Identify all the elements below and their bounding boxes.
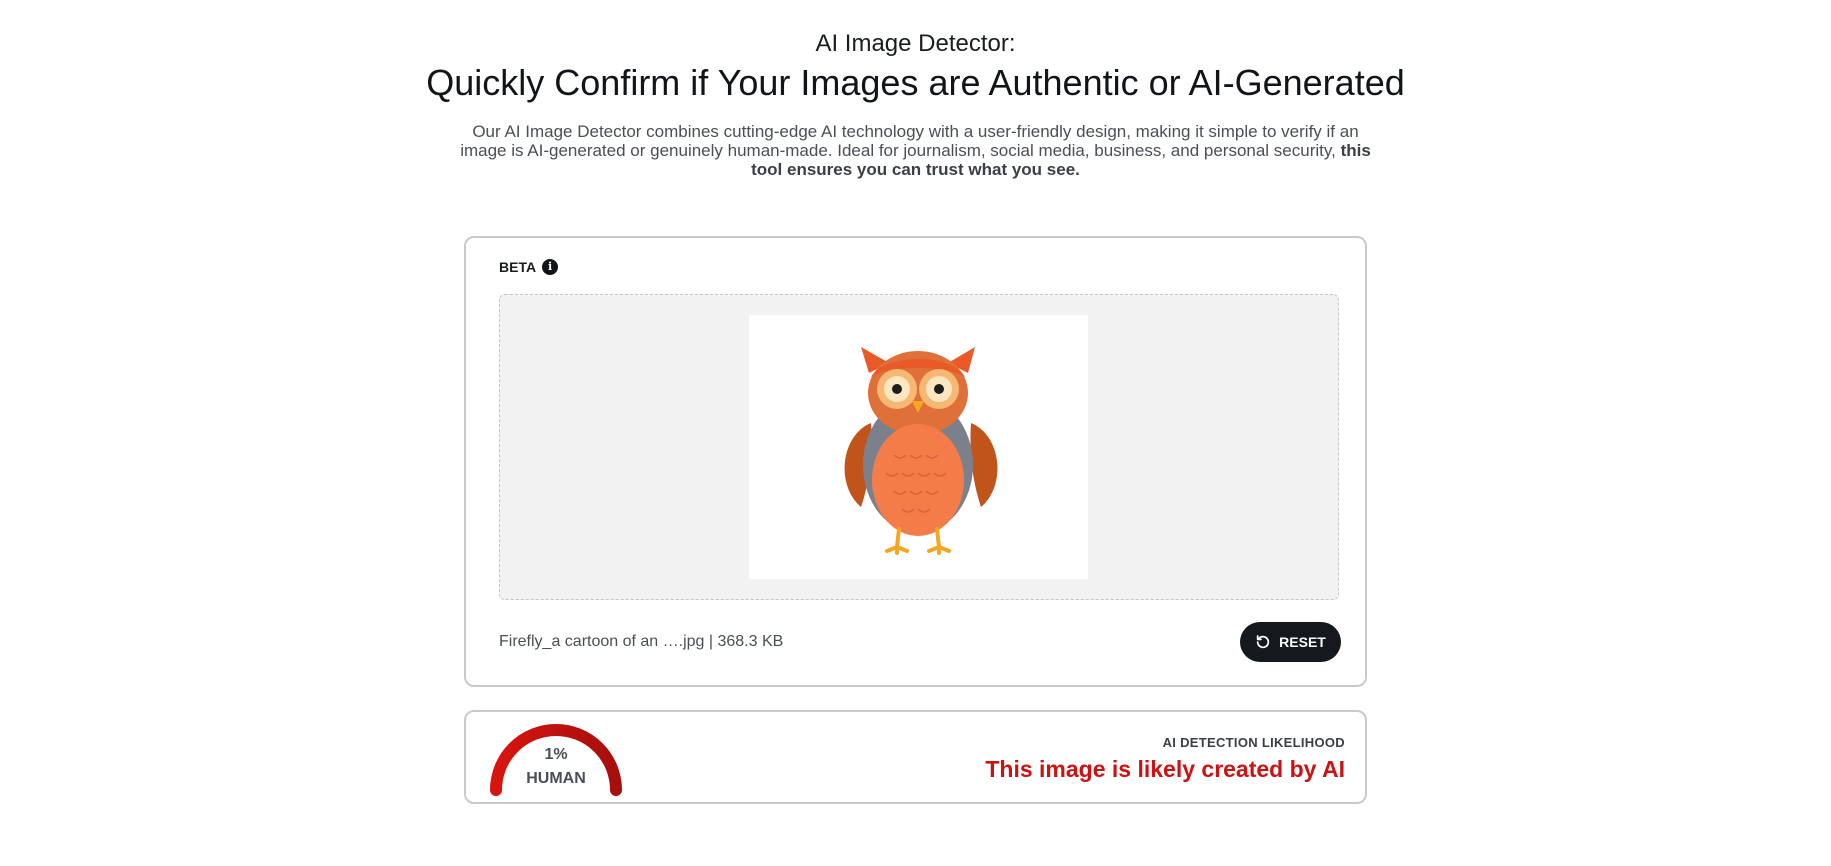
reset-button[interactable]: RESET: [1240, 622, 1341, 662]
owl-left-pupil: [892, 384, 902, 394]
info-icon[interactable]: i: [542, 259, 559, 275]
owl-right-pupil: [934, 384, 944, 394]
image-dropzone[interactable]: [499, 294, 1339, 600]
intro-plain: Our AI Image Detector combines cutting-e…: [460, 122, 1359, 160]
image-preview: [749, 315, 1088, 579]
beta-badge: BETA i: [499, 259, 559, 275]
gauge-label: HUMAN: [526, 770, 586, 787]
rotate-ccw-icon: [1256, 635, 1270, 649]
intro-text: Our AI Image Detector combines cutting-e…: [460, 122, 1371, 179]
owl-belly: [872, 424, 964, 536]
eyebrow-title: AI Image Detector:: [815, 30, 1016, 57]
beta-label: BETA: [499, 259, 537, 275]
file-info: Firefly_a cartoon of an ….jpg | 368.3 KB: [499, 633, 784, 650]
verdict-text: This image is likely created by AI: [985, 756, 1345, 782]
owl-right-wing: [970, 423, 998, 507]
page-title: Quickly Confirm if Your Images are Authe…: [426, 62, 1405, 103]
likelihood-label: AI DETECTION LIKELIHOOD: [1162, 735, 1345, 750]
result-card: 1% HUMAN AI DETECTION LIKELIHOOD This im…: [464, 710, 1367, 804]
gauge-value: 1%: [544, 746, 568, 763]
upload-card: BETA i Firefly_a cartoon of an ….jpg | 3…: [464, 236, 1367, 687]
reset-label: RESET: [1279, 634, 1326, 650]
owl-illustration: [844, 347, 998, 555]
